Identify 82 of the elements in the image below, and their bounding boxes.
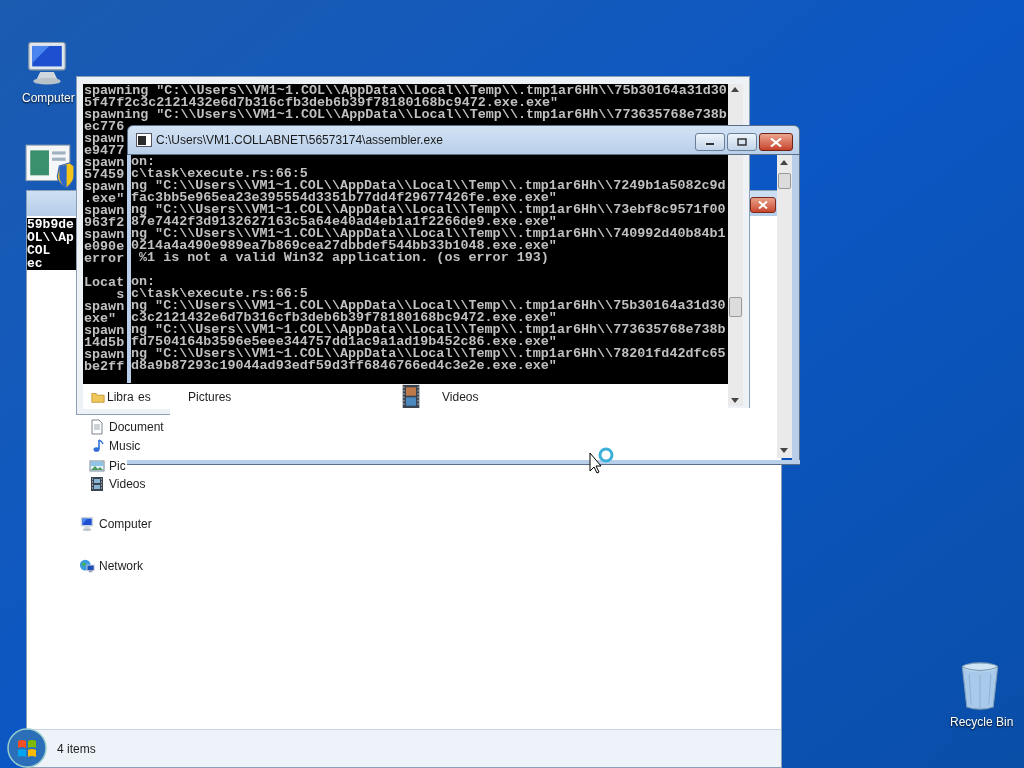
- console-line: spawn: [84, 325, 125, 337]
- library-item[interactable]: Pictures: [188, 387, 232, 406]
- console-line: fd7504164b3596e5eee344757dd1ac9a1ad19b452c86.exe.exe": [131, 336, 557, 348]
- library-item[interactable]: Libra: [107, 387, 134, 406]
- console-line: e9477: [84, 145, 125, 157]
- console-line: spawn: [84, 301, 125, 313]
- console-line: spawn: [84, 349, 125, 361]
- console-line: 87e7442f3d9132627163c5a64e40ad4eb1a1f2266de9.exe.exe": [131, 216, 557, 228]
- console-line: c\task\execute.rs:66:5: [131, 168, 308, 180]
- start-button[interactable]: [6, 727, 48, 768]
- control-panel-icon[interactable]: [24, 143, 76, 191]
- console-line: exe": [84, 313, 117, 325]
- close-icon: [770, 137, 782, 147]
- console-line: spawn: [84, 205, 125, 217]
- down-arrow-icon[interactable]: [780, 448, 788, 453]
- console-line: 57459: [84, 169, 125, 181]
- library-item[interactable]: es: [138, 387, 151, 406]
- console-line: 0214a4a490e989ea7b869cea27dbbdef544bb33b1048.exe.exe": [131, 240, 557, 252]
- console-line: %1 is not a valid Win32 application. (os error 193): [138, 252, 549, 264]
- maximize-icon: [736, 138, 748, 146]
- console-line: ng "C:\\Users\\VM1~1.COL\\AppData\\Local\\Temp\\.tmp1ar6Hh\\73ebf8c9571f00: [131, 204, 726, 216]
- console-line: on:: [131, 276, 156, 288]
- console-line: .exe": [84, 193, 125, 205]
- desktop-icon-label: Recycle Bin: [950, 714, 1014, 731]
- console-line: spawn: [84, 157, 125, 169]
- console-line: ng "C:\\Users\\VM1~1.COL\\AppData\\Local\\Temp\\.tmp1ar6Hh\\75b30164a31d30: [131, 300, 726, 312]
- console-line: c\task\execute.rs:66:5: [131, 288, 308, 300]
- console-line: spawning "C:\\Users\\VM1~1.COL\\AppData\\Local\\Temp\\.tmp1ar6Hh\\75b30164a31d30: [84, 85, 727, 97]
- console-line: ng "C:\\Users\\VM1~1.COL\\AppData\\Local\\Temp\\.tmp1ar6Hh\\7249b1a5082c9d: [131, 180, 726, 192]
- console-line: e090e: [84, 241, 125, 253]
- scrollbar-thumb[interactable]: [778, 173, 791, 189]
- console-line: fac3bb5e965ea23e395554d3351b77dd4f29677426fe.exe.exe": [131, 192, 557, 204]
- console-line: d8a9b87293c19044ad93edf59d3ff6846766ed4c3e2e.exe.exe": [131, 360, 557, 372]
- busy-cursor-icon: [589, 446, 615, 474]
- up-arrow-icon[interactable]: [780, 160, 788, 165]
- console-line: 963f2: [84, 217, 125, 229]
- scrollbar[interactable]: [728, 84, 743, 406]
- console-line: ng "C:\\Users\\VM1~1.COL\\AppData\\Local\\Temp\\.tmp1ar6Hh\\78201fd42dfc65: [131, 348, 726, 360]
- console-line: 5f47f2c3c2121432e6d7b316cfb3deb6b39f78180168bc9472.exe.exe": [84, 97, 559, 109]
- console-line: be2ff: [84, 361, 125, 373]
- scrollbar[interactable]: [777, 155, 792, 458]
- close-button[interactable]: [750, 197, 776, 213]
- scrollbar-thumb[interactable]: [729, 297, 742, 317]
- close-icon: [758, 201, 768, 209]
- library-item[interactable]: Videos: [442, 387, 479, 406]
- up-arrow-icon[interactable]: [731, 87, 739, 92]
- nav-item[interactable]: Network: [99, 557, 143, 575]
- close-button[interactable]: [759, 133, 793, 151]
- picture-icon: [89, 458, 105, 474]
- console-line: on:: [131, 156, 156, 168]
- film-strip-icon: [89, 476, 105, 492]
- console-line: ng "C:\\Users\\VM1~1.COL\\AppData\\Local\\Temp\\.tmp1ar6Hh\\740992d40b84b1: [131, 228, 726, 240]
- maximize-button[interactable]: [727, 133, 757, 151]
- document-icon: [89, 419, 105, 435]
- minimize-button[interactable]: [695, 133, 725, 151]
- glitch-text: ec: [27, 257, 44, 270]
- glitch-text: 59b9de: [27, 218, 75, 231]
- nav-item[interactable]: Computer: [99, 515, 152, 533]
- console-line: error: [84, 253, 125, 265]
- console-line: spawning "C:\\Users\\VM1~1.COL\\AppData\\Local\\Temp\\.tmp1ar6Hh\\773635768e738b: [84, 109, 727, 121]
- nav-item[interactable]: Music: [109, 437, 141, 455]
- glitch-text: OL\\Ap: [27, 231, 75, 244]
- console-line: spawn: [84, 133, 125, 145]
- console-line: 14d5b: [84, 337, 125, 349]
- computer-icon: [79, 516, 95, 532]
- nav-item[interactable]: Document: [109, 418, 164, 436]
- down-arrow-icon[interactable]: [731, 398, 739, 403]
- glitch-text: COL: [27, 244, 51, 257]
- console-icon: [136, 133, 152, 147]
- status-text: 4 items: [57, 740, 96, 758]
- console-line: c3c2121432e6d7b316cfb3deb6b39f78180168bc9472.exe.exe": [131, 312, 557, 324]
- console-line: spawn: [84, 181, 125, 193]
- console-line: Locat: [84, 277, 125, 289]
- window-title: C:\Users\VM1.COLLABNET\56573174\assembler.exe: [156, 132, 443, 149]
- console-line: s: [115, 289, 125, 301]
- desktop-icon-label: Computer: [22, 90, 75, 107]
- console-line: spawn: [84, 229, 125, 241]
- nav-item[interactable]: Pic: [109, 457, 126, 475]
- console-line: ec776: [84, 121, 125, 133]
- nav-item[interactable]: Videos: [109, 475, 146, 493]
- console-line: ng "C:\\Users\\VM1~1.COL\\AppData\\Local\\Temp\\.tmp1ar6Hh\\773635768e738b: [131, 324, 726, 336]
- network-globe-icon: [79, 558, 95, 574]
